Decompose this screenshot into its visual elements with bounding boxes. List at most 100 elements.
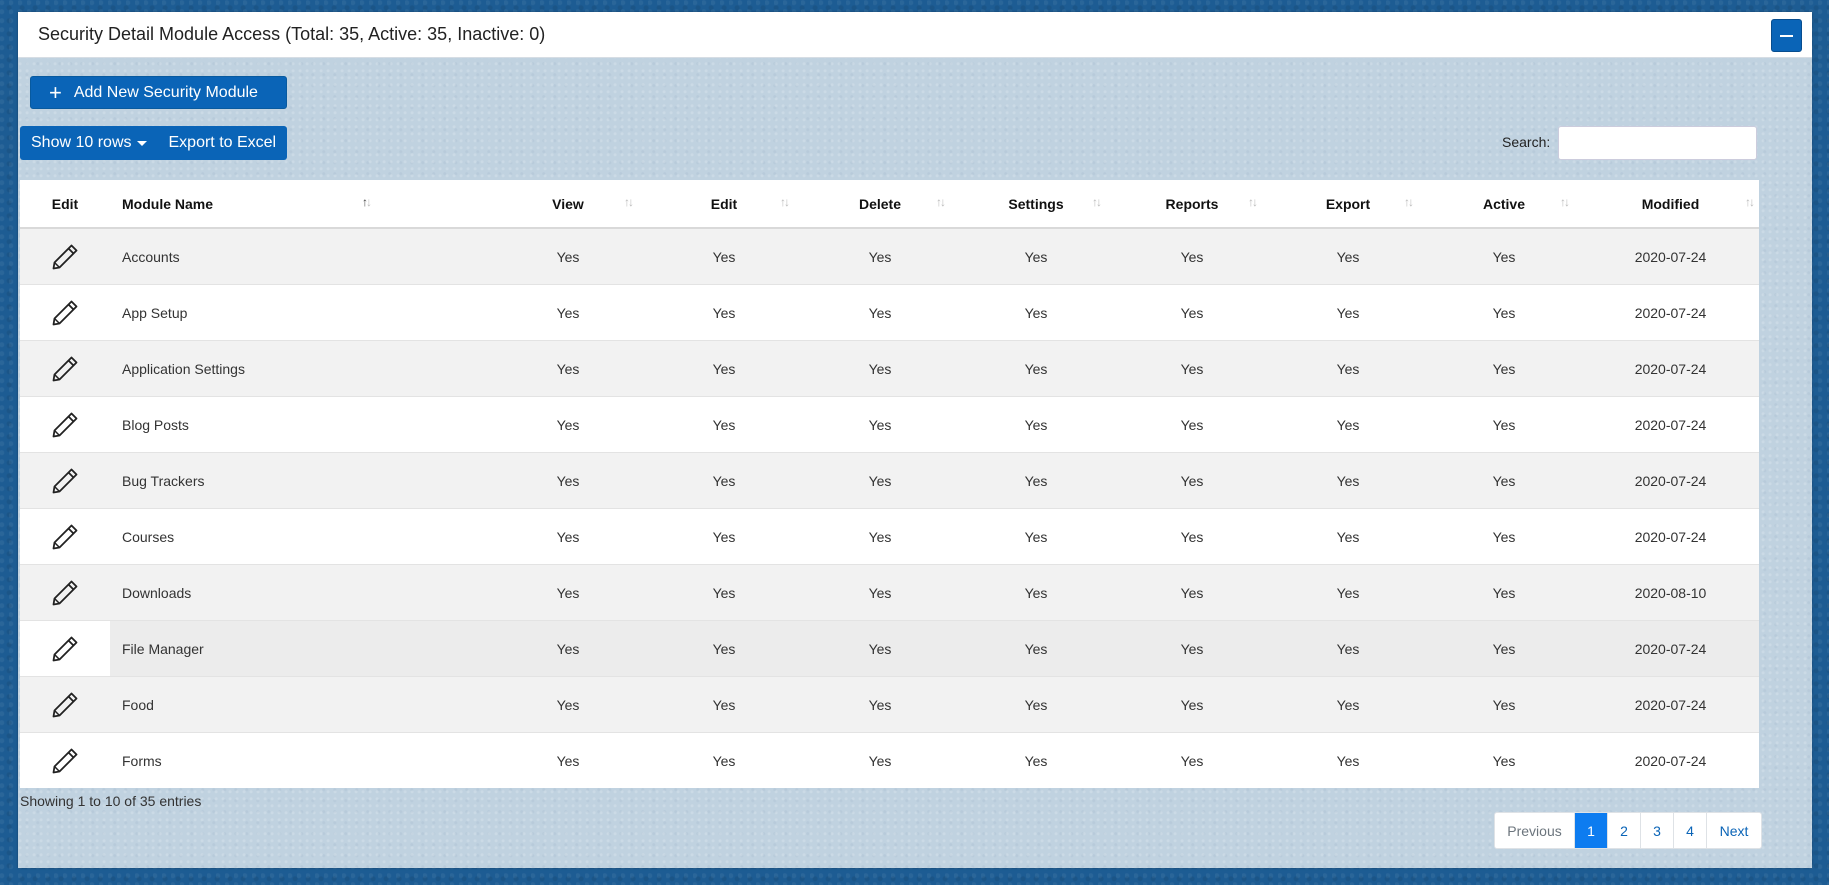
active-cell: Yes bbox=[1426, 508, 1582, 565]
export-cell: Yes bbox=[1270, 508, 1426, 565]
header-delete[interactable]: Delete ↑↓ bbox=[802, 180, 958, 229]
modified-cell: 2020-07-24 bbox=[1582, 508, 1759, 565]
reports-cell: Yes bbox=[1114, 676, 1270, 733]
reports-cell: Yes bbox=[1114, 284, 1270, 341]
view-cell: Yes bbox=[490, 564, 646, 621]
active-cell: Yes bbox=[1426, 620, 1582, 677]
modified-cell: 2020-07-24 bbox=[1582, 676, 1759, 733]
module-name-cell: Food bbox=[110, 676, 490, 733]
edit-cell bbox=[20, 620, 110, 677]
header-module-name[interactable]: Module Name ↑↓ bbox=[110, 180, 490, 229]
module-name-cell: File Manager bbox=[110, 620, 490, 677]
page-4-button[interactable]: 4 bbox=[1673, 813, 1706, 848]
sort-icon: ↑↓ bbox=[1248, 195, 1258, 209]
view-cell: Yes bbox=[490, 620, 646, 677]
export-cell: Yes bbox=[1270, 676, 1426, 733]
export-excel-button[interactable]: Export to Excel bbox=[158, 126, 288, 160]
table-row: Forms Yes Yes Yes Yes Yes Yes Yes 2020-07-24 bbox=[20, 732, 1759, 788]
collapse-button[interactable] bbox=[1771, 19, 1802, 52]
view-cell: Yes bbox=[490, 284, 646, 341]
edit-cell: Yes bbox=[646, 227, 802, 285]
next-page-button[interactable]: Next bbox=[1706, 813, 1761, 848]
search-label: Search: bbox=[1502, 134, 1551, 150]
pencil-edit-icon[interactable] bbox=[49, 745, 81, 777]
export-cell: Yes bbox=[1270, 396, 1426, 453]
edit-cell bbox=[20, 732, 110, 788]
settings-cell: Yes bbox=[958, 508, 1114, 565]
view-cell: Yes bbox=[490, 732, 646, 788]
previous-page-button[interactable]: Previous bbox=[1495, 813, 1574, 848]
edit-cell bbox=[20, 227, 110, 285]
table-row: Accounts Yes Yes Yes Yes Yes Yes Yes 2020-07-24 bbox=[20, 227, 1759, 285]
header-view[interactable]: View ↑↓ bbox=[490, 180, 646, 229]
module-name-cell: Bug Trackers bbox=[110, 452, 490, 509]
view-cell: Yes bbox=[490, 452, 646, 509]
header-edit-perm[interactable]: Edit ↑↓ bbox=[646, 180, 802, 229]
modified-cell: 2020-07-24 bbox=[1582, 284, 1759, 341]
page-3-button[interactable]: 3 bbox=[1640, 813, 1673, 848]
module-name-cell: App Setup bbox=[110, 284, 490, 341]
pencil-edit-icon[interactable] bbox=[49, 297, 81, 329]
settings-cell: Yes bbox=[958, 452, 1114, 509]
edit-cell bbox=[20, 284, 110, 341]
edit-cell bbox=[20, 564, 110, 621]
delete-cell: Yes bbox=[802, 676, 958, 733]
reports-cell: Yes bbox=[1114, 340, 1270, 397]
pencil-edit-icon[interactable] bbox=[49, 465, 81, 497]
pencil-edit-icon[interactable] bbox=[49, 633, 81, 665]
pencil-edit-icon[interactable] bbox=[49, 689, 81, 721]
pencil-edit-icon[interactable] bbox=[49, 353, 81, 385]
table-row: App Setup Yes Yes Yes Yes Yes Yes Yes 2020-07-24 bbox=[20, 284, 1759, 341]
show-rows-button[interactable]: Show 10 rows bbox=[20, 126, 158, 160]
pencil-edit-icon[interactable] bbox=[49, 241, 81, 273]
caret-down-icon bbox=[136, 140, 147, 146]
edit-cell: Yes bbox=[646, 452, 802, 509]
reports-cell: Yes bbox=[1114, 452, 1270, 509]
active-cell: Yes bbox=[1426, 732, 1582, 788]
modified-cell: 2020-07-24 bbox=[1582, 340, 1759, 397]
table-row: Courses Yes Yes Yes Yes Yes Yes Yes 2020-07-24 bbox=[20, 508, 1759, 565]
sort-icon: ↑↓ bbox=[624, 195, 634, 209]
modified-cell: 2020-07-24 bbox=[1582, 396, 1759, 453]
reports-cell: Yes bbox=[1114, 227, 1270, 285]
export-cell: Yes bbox=[1270, 452, 1426, 509]
plus-icon: + bbox=[49, 79, 62, 105]
settings-cell: Yes bbox=[958, 564, 1114, 621]
header-modified[interactable]: Modified ↑↓ bbox=[1582, 180, 1759, 229]
sort-icon: ↑↓ bbox=[1560, 195, 1570, 209]
page-1-button[interactable]: 1 bbox=[1574, 813, 1607, 848]
table-row: Food Yes Yes Yes Yes Yes Yes Yes 2020-07-24 bbox=[20, 676, 1759, 733]
table-row: File Manager Yes Yes Yes Yes Yes Yes Yes 2020-07… bbox=[20, 620, 1759, 677]
table-info: Showing 1 to 10 of 35 entries bbox=[20, 793, 202, 809]
header-active[interactable]: Active ↑↓ bbox=[1426, 180, 1582, 229]
pagination: Previous 1 2 3 4 Next bbox=[1494, 812, 1762, 849]
module-name-cell: Forms bbox=[110, 732, 490, 788]
active-cell: Yes bbox=[1426, 227, 1582, 285]
edit-cell: Yes bbox=[646, 620, 802, 677]
module-name-cell: Accounts bbox=[110, 227, 490, 285]
panel-header: Security Detail Module Access (Total: 35… bbox=[18, 12, 1812, 58]
edit-cell: Yes bbox=[646, 508, 802, 565]
export-cell: Yes bbox=[1270, 284, 1426, 341]
edit-cell: Yes bbox=[646, 732, 802, 788]
search-input[interactable] bbox=[1558, 126, 1757, 160]
table-buttons: Show 10 rows Export to Excel bbox=[20, 126, 288, 160]
page-2-button[interactable]: 2 bbox=[1607, 813, 1640, 848]
header-settings[interactable]: Settings ↑↓ bbox=[958, 180, 1114, 229]
pencil-edit-icon[interactable] bbox=[49, 577, 81, 609]
edit-cell: Yes bbox=[646, 284, 802, 341]
pencil-edit-icon[interactable] bbox=[49, 409, 81, 441]
view-cell: Yes bbox=[490, 227, 646, 285]
header-reports[interactable]: Reports ↑↓ bbox=[1114, 180, 1270, 229]
view-cell: Yes bbox=[490, 340, 646, 397]
header-export[interactable]: Export ↑↓ bbox=[1270, 180, 1426, 229]
active-cell: Yes bbox=[1426, 452, 1582, 509]
view-cell: Yes bbox=[490, 676, 646, 733]
add-security-module-button[interactable]: + Add New Security Module bbox=[30, 76, 287, 109]
header-edit-perm-label: Edit bbox=[710, 195, 738, 212]
view-cell: Yes bbox=[490, 508, 646, 565]
pencil-edit-icon[interactable] bbox=[49, 521, 81, 553]
modified-cell: 2020-07-24 bbox=[1582, 732, 1759, 788]
settings-cell: Yes bbox=[958, 340, 1114, 397]
active-cell: Yes bbox=[1426, 340, 1582, 397]
